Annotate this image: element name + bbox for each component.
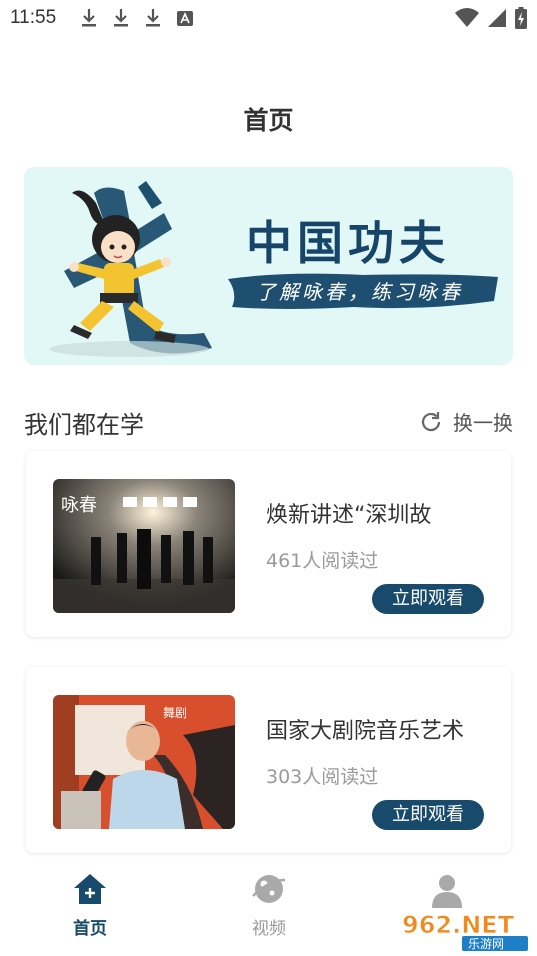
banner-title: 中国功夫 <box>246 216 450 270</box>
watermark-subtext: 乐游网 <box>468 937 504 951</box>
course-card[interactable]: 咏春 焕新讲述“深圳故 461人阅读过 立即观看 <box>26 451 511 637</box>
nav-label-video: 视频 <box>252 919 286 939</box>
refresh-button[interactable]: 换一换 <box>419 407 513 436</box>
course-title: 焕新讲述“深圳故 <box>266 503 432 528</box>
section-title: 我们都在学 <box>24 411 144 439</box>
system-icons <box>455 7 527 29</box>
course-title: 国家大剧院音乐艺术 <box>266 719 465 744</box>
course-read-count: 461人阅读过 <box>266 550 379 572</box>
home-icon <box>74 874 106 904</box>
interview-image: 舞剧 <box>53 695 235 829</box>
download-icon <box>146 9 160 27</box>
download-icon <box>114 9 128 27</box>
wifi-icon <box>455 8 479 27</box>
site-watermark-logo: 962.NET 乐游网 <box>402 911 528 951</box>
refresh-label: 换一换 <box>453 411 513 435</box>
watch-now-button[interactable]: 立即观看 <box>372 584 484 614</box>
course-card[interactable]: 舞剧 国家大剧院音乐艺术 303人阅读过 立即观看 <box>26 667 511 853</box>
nav-item-video[interactable]: 视频 <box>229 872 309 939</box>
nav-label-home: 首页 <box>73 919 107 939</box>
nav-item-home[interactable]: 首页 <box>50 872 130 939</box>
course-read-count: 303人阅读过 <box>266 766 379 788</box>
page-title: 首页 <box>243 106 294 135</box>
thumb-logo-text: 咏春 <box>61 495 97 516</box>
accessibility-a-icon <box>177 11 193 26</box>
video-planet-icon <box>252 875 286 903</box>
wing-chun-cartoon-illustration <box>49 181 212 357</box>
status-bar: 11:55 <box>0 0 537 36</box>
download-icon <box>82 9 96 27</box>
watch-now-button[interactable]: 立即观看 <box>372 800 484 830</box>
stage-performance-image: 咏春 <box>53 479 235 613</box>
user-icon <box>432 875 462 908</box>
watermark-text: 962.NET <box>402 911 515 939</box>
notification-icons <box>80 8 194 28</box>
thumb-banner-text: 舞剧 <box>163 706 187 720</box>
course-thumbnail: 舞剧 <box>53 695 235 829</box>
refresh-icon <box>421 411 441 431</box>
course-thumbnail: 咏春 <box>53 479 235 613</box>
kungfu-banner[interactable]: 中国功夫 了解咏春，练习咏春 <box>24 167 513 365</box>
signal-icon <box>488 9 506 27</box>
battery-charging-icon <box>515 7 527 29</box>
banner-subtitle: 了解咏春，练习咏春 <box>256 280 463 304</box>
status-time: 11:55 <box>10 7 57 28</box>
